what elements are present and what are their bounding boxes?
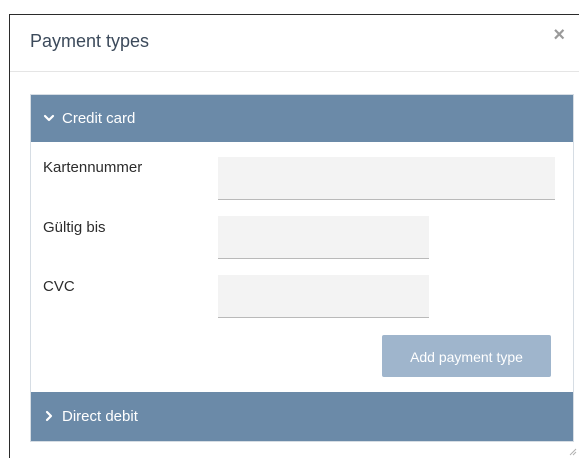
valid-until-input[interactable] [218, 216, 429, 259]
valid-until-label: Gültig bis [43, 219, 106, 236]
dialog-title: Payment types [30, 31, 150, 51]
close-button[interactable]: × [553, 25, 565, 45]
cvc-label: CVC [43, 278, 75, 295]
payment-accordion: Credit card Kartennummer Gültig bis CVC … [30, 94, 574, 442]
add-payment-type-button[interactable]: Add payment type [382, 335, 551, 377]
payment-types-dialog: Payment types × Credit card Kartennummer… [9, 14, 579, 458]
card-number-label: Kartennummer [43, 159, 143, 176]
chevron-right-icon [45, 410, 53, 422]
dialog-header: Payment types × [10, 15, 579, 72]
chevron-down-icon [43, 114, 55, 122]
accordion-header-direct-debit[interactable]: Direct debit [31, 392, 573, 441]
card-number-input[interactable] [218, 157, 555, 200]
accordion-label-direct-debit: Direct debit [62, 408, 138, 425]
accordion-header-credit-card[interactable]: Credit card [31, 95, 573, 142]
cvc-input[interactable] [218, 275, 429, 318]
resize-grip-icon[interactable] [569, 448, 577, 456]
accordion-label-credit-card: Credit card [62, 110, 136, 127]
